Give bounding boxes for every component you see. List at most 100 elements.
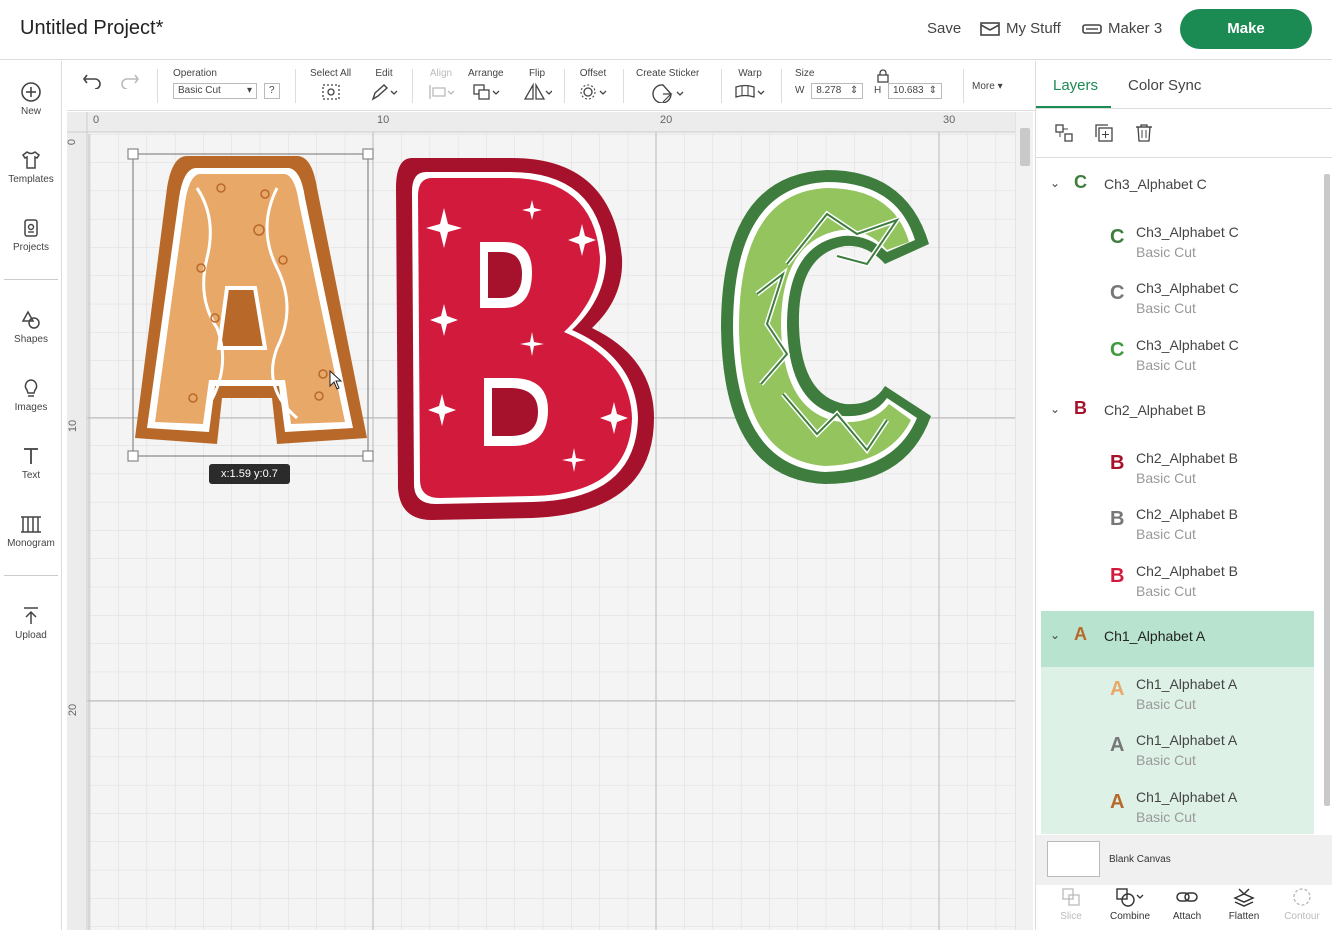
letter-c-design[interactable]: [717, 164, 937, 489]
make-button[interactable]: Make: [1180, 9, 1312, 49]
selection-box[interactable]: [127, 148, 379, 462]
canvas-vertical-scrollbar[interactable]: [1015, 112, 1033, 930]
combine-button[interactable]: Combine: [1104, 887, 1156, 922]
chevron-down-icon[interactable]: ⌄: [1050, 628, 1060, 642]
contour-button[interactable]: Contour: [1276, 887, 1328, 922]
operation-help-button[interactable]: ?: [263, 83, 280, 99]
flip-button[interactable]: Flip: [522, 68, 553, 104]
layer-name: Ch3_Alphabet C: [1136, 280, 1239, 296]
operation-select[interactable]: Basic Cut ▾: [173, 83, 257, 99]
trash-icon: [1136, 124, 1152, 142]
layer-thumb-c-icon: C: [1110, 282, 1125, 304]
canvas-swatch[interactable]: [1047, 841, 1100, 877]
height-label: H: [874, 85, 882, 96]
sidebar-item-new[interactable]: New: [0, 81, 62, 117]
redo-button[interactable]: [119, 69, 141, 92]
sidebar-item-images[interactable]: Images: [0, 377, 62, 413]
ruler-top-label: 30: [943, 114, 956, 126]
sidebar-item-templates[interactable]: Templates: [0, 149, 62, 185]
layer-operation: Basic Cut: [1136, 300, 1196, 316]
toolbar-divider: [781, 69, 782, 103]
machine-button[interactable]: Maker 3: [1082, 20, 1162, 37]
layer-group-name: Ch2_Alphabet B: [1104, 402, 1206, 418]
sidebar-item-projects[interactable]: Projects: [0, 217, 62, 253]
offset-button[interactable]: Offset: [578, 68, 608, 104]
sidebar-item-upload[interactable]: Upload: [0, 605, 62, 641]
sidebar-item-monogram[interactable]: Monogram: [0, 513, 62, 549]
align-icon: [429, 85, 455, 99]
layer-thumb-b-icon: B: [1110, 565, 1125, 587]
sidebar-label: Upload: [15, 630, 47, 641]
height-input[interactable]: 10.683 ⇕: [888, 83, 943, 99]
design-canvas[interactable]: 0 10 20 30 0 10 20 x:1.59 y:0.7: [67, 112, 1015, 930]
height-value: 10.683: [893, 85, 924, 96]
combine-icon: [1116, 888, 1144, 907]
sidebar-label: Images: [14, 402, 48, 413]
upload-icon: [24, 607, 38, 624]
chevron-down-icon[interactable]: ⌄: [1050, 402, 1060, 416]
combine-label: Combine: [1109, 911, 1151, 922]
duplicate-button[interactable]: [1094, 123, 1114, 148]
machine-label: Maker 3: [1108, 20, 1163, 37]
slice-icon: [1062, 888, 1080, 906]
ruler-left-label: 20: [67, 703, 80, 717]
attach-button[interactable]: Attach: [1161, 887, 1213, 922]
layer-operation: Basic Cut: [1136, 809, 1196, 825]
sidebar-divider: [4, 575, 58, 576]
position-tooltip: x:1.59 y:0.7: [209, 464, 290, 484]
layer-operation: Basic Cut: [1136, 470, 1196, 486]
flatten-button[interactable]: Flatten: [1218, 887, 1270, 922]
arrange-button[interactable]: Arrange: [468, 68, 504, 104]
flip-icon: [523, 82, 553, 100]
layer-thumb-a-icon: A: [1110, 734, 1125, 756]
layer-name: Ch2_Alphabet B: [1136, 563, 1238, 579]
contour-label: Contour: [1284, 911, 1320, 922]
tab-color-sync[interactable]: Color Sync: [1128, 77, 1201, 94]
sidebar-item-text[interactable]: Text: [0, 445, 62, 481]
scrollbar-thumb[interactable]: [1324, 174, 1330, 806]
scrollbar-thumb[interactable]: [1020, 128, 1030, 166]
chevron-down-icon[interactable]: ⌄: [1050, 176, 1060, 190]
blank-canvas-row[interactable]: Blank Canvas: [1036, 835, 1332, 885]
create-sticker-label: Create Sticker: [636, 68, 700, 79]
layer-thumb-a-icon: A: [1110, 678, 1125, 700]
group-button[interactable]: [1054, 123, 1074, 148]
size-group: Size W 8.278 ⇕ H 10.683 ⇕: [795, 68, 943, 99]
sidebar-item-shapes[interactable]: Shapes: [0, 309, 62, 345]
flip-label: Flip: [528, 68, 546, 79]
edit-button[interactable]: Edit: [370, 68, 398, 104]
layer-name: Ch2_Alphabet B: [1136, 506, 1238, 522]
project-title[interactable]: Untitled Project*: [20, 17, 163, 40]
stepper-icon: ⇕: [849, 85, 859, 96]
toolbar-divider: [721, 69, 722, 103]
operation-value: Basic Cut: [178, 85, 221, 96]
arrange-label: Arrange: [468, 68, 504, 79]
letter-b-design[interactable]: [392, 148, 662, 523]
save-button[interactable]: Save: [927, 20, 961, 37]
width-input[interactable]: 8.278 ⇕: [811, 83, 864, 99]
align-button[interactable]: Align: [427, 68, 455, 104]
warp-button[interactable]: Warp: [734, 68, 766, 104]
layer-thumb-a-icon: A: [1074, 624, 1087, 644]
my-stuff-button[interactable]: My Stuff: [980, 20, 1061, 37]
flatten-label: Flatten: [1228, 911, 1260, 922]
delete-button[interactable]: [1134, 123, 1154, 148]
layer-name: Ch3_Alphabet C: [1136, 224, 1239, 240]
caret-down-icon: ▾: [246, 85, 252, 96]
create-sticker-button[interactable]: Create Sticker: [636, 68, 699, 106]
caret-down-icon: ▾: [994, 81, 1003, 92]
lock-icon[interactable]: [877, 69, 889, 83]
layer-operation: Basic Cut: [1136, 752, 1196, 768]
more-button[interactable]: More ▾: [972, 81, 1003, 92]
shirt-icon: [21, 151, 41, 169]
undo-button[interactable]: [81, 69, 103, 92]
toolbar-divider: [412, 69, 413, 103]
tab-layers[interactable]: Layers: [1053, 77, 1098, 94]
layer-thumb-b-icon: B: [1110, 452, 1125, 474]
layers-scrollbar[interactable]: [1322, 158, 1332, 834]
ruler-left-label: 0: [67, 138, 79, 146]
select-all-button[interactable]: Select All: [310, 68, 351, 104]
offset-icon: [580, 84, 607, 100]
slice-button[interactable]: Slice: [1045, 887, 1097, 922]
text-icon: [24, 448, 38, 464]
